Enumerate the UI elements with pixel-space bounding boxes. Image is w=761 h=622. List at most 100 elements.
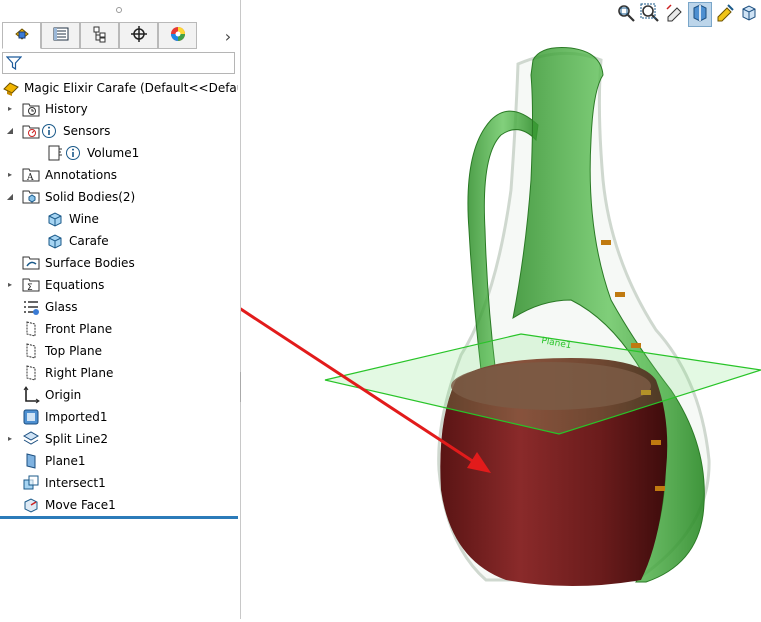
plane-icon <box>22 342 40 360</box>
tree-item-label: Split Line2 <box>45 432 109 446</box>
material-icon <box>22 298 40 316</box>
svg-text:Σ: Σ <box>27 283 33 293</box>
sensors-folder-icon <box>22 122 40 140</box>
origin-icon <box>22 386 40 404</box>
filter-icon <box>6 56 22 71</box>
panel-grip[interactable] <box>0 0 240 20</box>
view-orientation-icon <box>739 3 759 26</box>
tree-item-imported1[interactable]: Imported1 <box>22 406 107 428</box>
expand-arrow-icon[interactable]: ▸ <box>5 280 15 290</box>
tree-filter-input[interactable] <box>2 52 235 74</box>
imported-body-icon <box>22 408 40 426</box>
tree-item-label: Move Face1 <box>45 498 116 512</box>
tree-item-surface-bodies[interactable]: Surface Bodies <box>22 252 135 274</box>
zoom-to-fit-button[interactable] <box>614 2 638 27</box>
tree-item-history[interactable]: ▸ History <box>8 98 88 120</box>
tree-item-label: Equations <box>45 278 105 292</box>
view-orientation-button[interactable] <box>737 2 761 27</box>
dynamic-annotation-icon <box>715 3 735 26</box>
tab-dimxpert-manager[interactable] <box>119 22 158 49</box>
previous-view-button[interactable] <box>663 2 687 27</box>
solid-bodies-folder-icon <box>22 188 40 206</box>
tree-item-origin[interactable]: Origin <box>22 384 81 406</box>
section-view-button[interactable] <box>687 2 712 27</box>
tree-item-label: Annotations <box>45 168 118 182</box>
tree-item-label: Plane1 <box>45 454 86 468</box>
tree-item-sensors[interactable]: ◢ Sensors <box>7 120 110 142</box>
tree-item-front-plane[interactable]: Front Plane <box>22 318 112 340</box>
collapse-arrow-icon[interactable]: ◢ <box>5 126 15 136</box>
tree-item-plane1[interactable]: Plane1 <box>22 450 86 472</box>
graphics-area[interactable]: Plane1 <box>107 0 761 619</box>
dynamic-annotation-button[interactable] <box>713 2 737 27</box>
tree-item-equations[interactable]: ▸ Σ Equations <box>8 274 105 296</box>
feature-manager-icon <box>13 25 31 46</box>
tab-property-manager[interactable] <box>41 22 80 49</box>
plane-feature-icon <box>22 452 40 470</box>
info-icon <box>40 122 58 140</box>
tree-item-intersect1[interactable]: Intersect1 <box>22 472 106 494</box>
tree-item-volume1[interactable]: Volume1 <box>46 142 139 164</box>
tree-item-wine[interactable]: Wine <box>46 208 99 230</box>
expand-arrow-icon[interactable]: ▸ <box>5 104 15 114</box>
tree-item-move-face1[interactable]: Move Face1 <box>22 494 116 516</box>
solid-body-icon <box>46 210 64 228</box>
collapse-arrow-icon[interactable]: ◢ <box>5 192 15 202</box>
tree-item-label: Wine <box>69 212 99 226</box>
expand-arrow-icon[interactable]: ▸ <box>5 170 15 180</box>
configuration-manager-icon <box>91 25 109 46</box>
plane-icon <box>22 320 40 338</box>
tree-item-top-plane[interactable]: Top Plane <box>22 340 102 362</box>
tree-item-split-line2[interactable]: ▸ Split Line2 <box>8 428 109 450</box>
tree-item-glass[interactable]: Glass <box>22 296 78 318</box>
intersect-icon <box>22 474 40 492</box>
volume-sensor-icon <box>46 144 64 162</box>
feature-manager-panel: › Magic Elixir Carafe (Default<<Default>… <box>0 0 241 619</box>
tree-item-label: Surface Bodies <box>45 256 135 270</box>
tab-configuration-manager[interactable] <box>80 22 119 49</box>
tree-item-label: History <box>45 102 88 116</box>
tree-item-label: Imported1 <box>45 410 108 424</box>
rollback-bar[interactable] <box>0 516 238 519</box>
solid-body-icon <box>46 232 64 250</box>
section-view-icon <box>690 3 710 26</box>
tab-display-manager[interactable] <box>158 22 197 49</box>
tabs-scroll-chevron-icon[interactable]: › <box>218 24 238 48</box>
carafe-model-view: Plane1 <box>107 47 761 586</box>
tree-item-label: Solid Bodies(2) <box>45 190 136 204</box>
plane-icon <box>22 364 40 382</box>
tree-item-label: Origin <box>45 388 82 402</box>
tree-root-part[interactable]: Magic Elixir Carafe (Default<<Default>_ <box>2 78 238 98</box>
tree-item-label: Glass <box>45 300 78 314</box>
tree-item-carafe[interactable]: Carafe <box>46 230 109 252</box>
equations-icon: Σ <box>22 276 40 294</box>
tree-item-label: Carafe <box>69 234 109 248</box>
tab-feature-manager[interactable] <box>2 22 41 49</box>
tree-item-right-plane[interactable]: Right Plane <box>22 362 113 384</box>
expand-arrow-icon[interactable]: ▸ <box>5 434 15 444</box>
tree-item-label: Intersect1 <box>45 476 106 490</box>
tree-root-label: Magic Elixir Carafe (Default<<Default>_ <box>24 81 238 95</box>
svg-text:A: A <box>26 173 34 183</box>
tree-item-label: Top Plane <box>45 344 102 358</box>
annotations-icon: A <box>22 166 40 184</box>
manager-tabs: › <box>0 22 240 50</box>
zoom-to-area-icon <box>640 3 660 26</box>
previous-view-icon <box>665 3 685 26</box>
move-face-icon <box>22 496 40 514</box>
zoom-to-fit-icon <box>616 3 636 26</box>
heads-up-view-toolbar <box>614 2 761 28</box>
split-line-icon <box>22 430 40 448</box>
tree-item-label: Front Plane <box>45 322 113 336</box>
tree-item-label: Volume1 <box>87 146 140 160</box>
property-manager-icon <box>52 25 70 46</box>
surface-bodies-icon <box>22 254 40 272</box>
tree-item-label: Right Plane <box>45 366 114 380</box>
zoom-to-area-button[interactable] <box>639 2 663 27</box>
tree-item-annotations[interactable]: ▸ A Annotations <box>8 164 118 186</box>
dimxpert-manager-icon <box>130 25 148 46</box>
tree-item-solid-bodies-2[interactable]: ◢ Solid Bodies(2) <box>7 186 136 208</box>
info-icon <box>64 144 82 162</box>
part-icon <box>2 79 20 97</box>
history-folder-icon <box>22 100 40 118</box>
